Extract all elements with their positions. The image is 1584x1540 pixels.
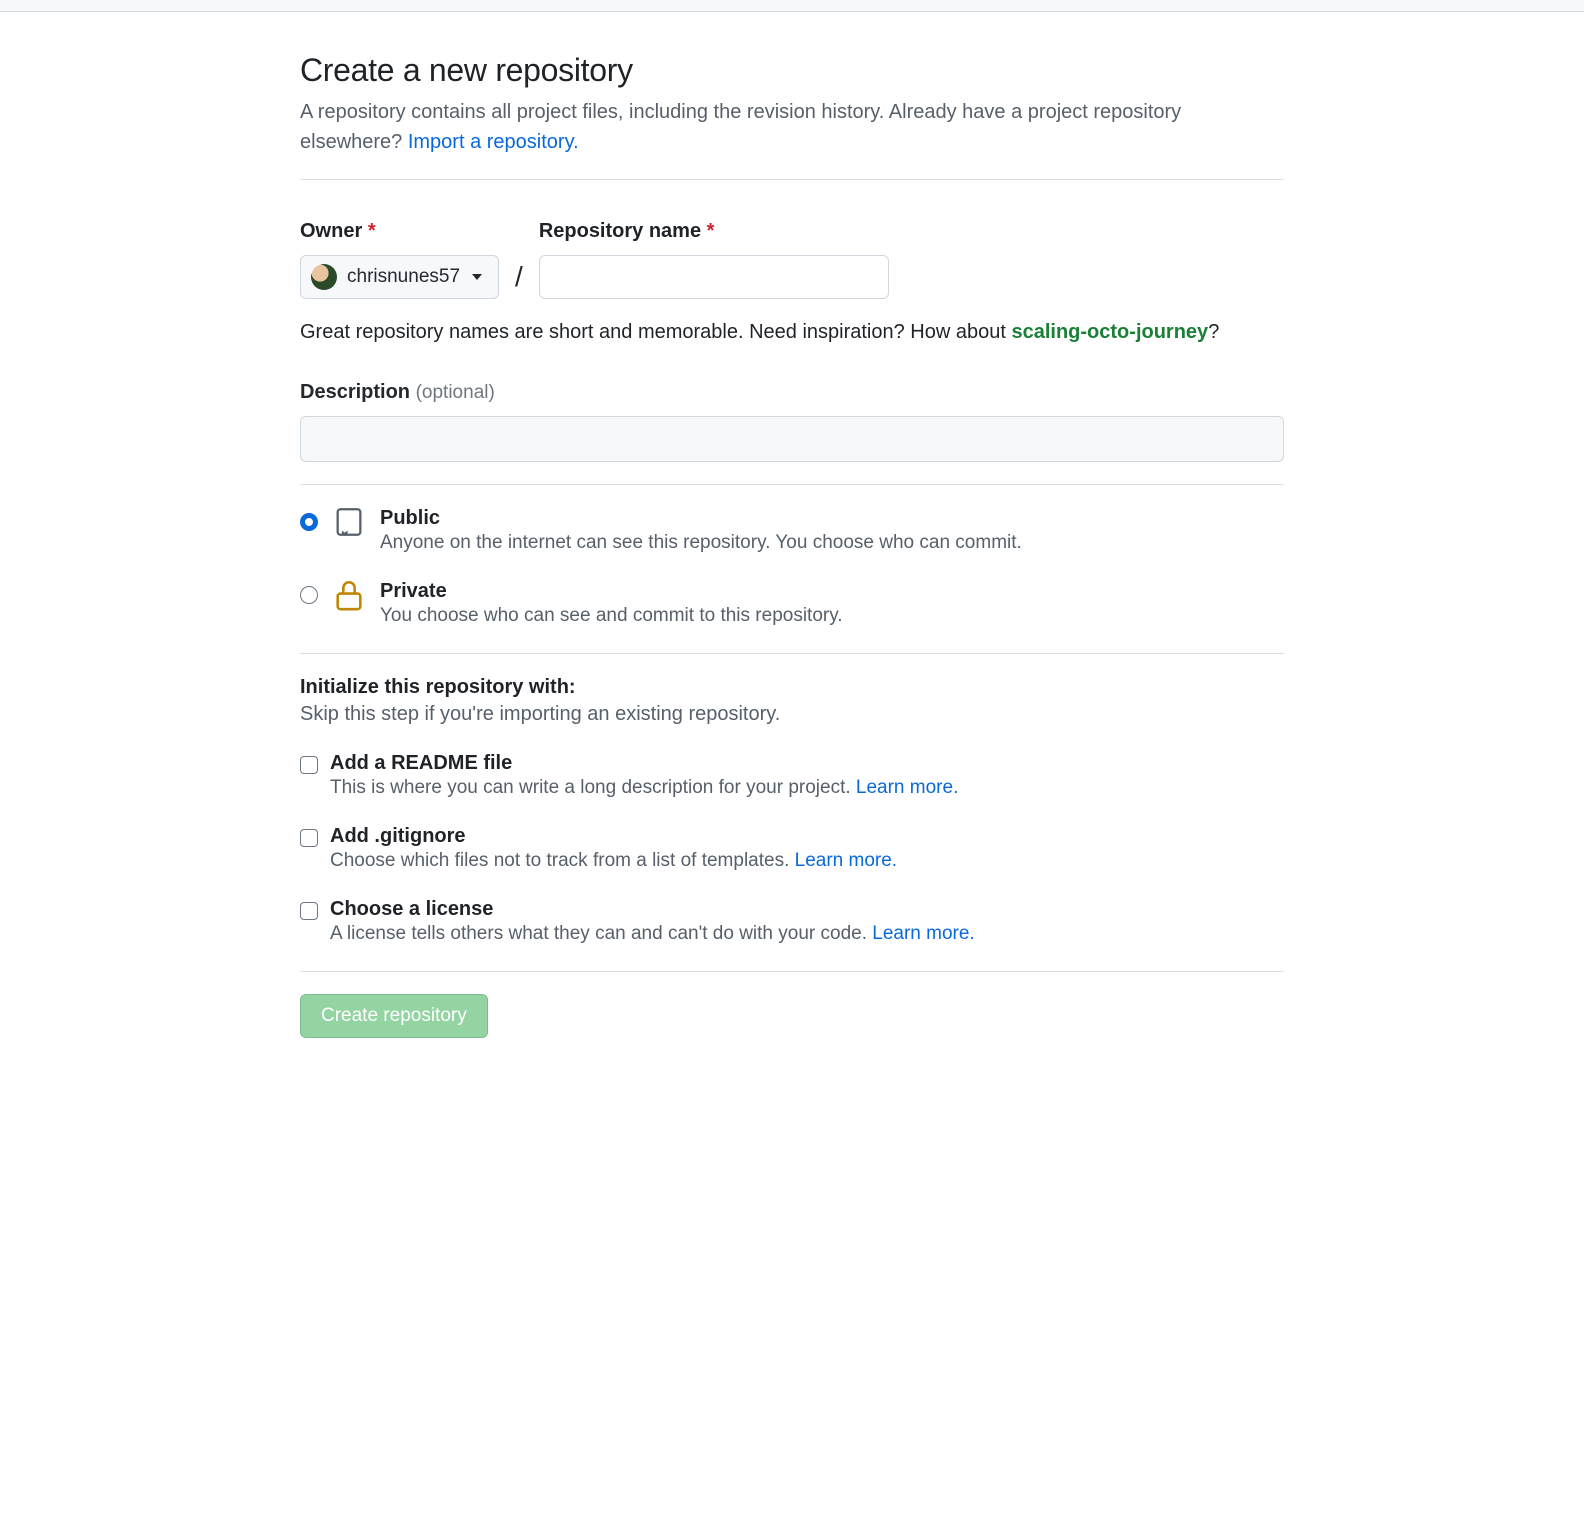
visibility-private-desc: You choose who can see and commit to thi… — [380, 605, 843, 627]
gitignore-text: Add .gitignore Choose which files not to… — [330, 825, 897, 872]
readme-learn-more-link[interactable]: Learn more. — [856, 777, 958, 798]
hint-post-text: ? — [1208, 321, 1219, 343]
readme-desc-text: This is where you can write a long descr… — [330, 777, 856, 798]
visibility-public-radio[interactable] — [300, 513, 318, 531]
owner-select-button[interactable]: chrisnunes57 — [300, 255, 499, 299]
description-input[interactable] — [300, 416, 1284, 462]
repo-name-label: Repository name * — [539, 220, 889, 243]
lock-icon — [332, 578, 366, 617]
page-subhead: A repository contains all project files,… — [300, 97, 1284, 157]
gitignore-desc-text: Choose which files not to track from a l… — [330, 850, 795, 871]
visibility-private-option: Private You choose who can see and commi… — [300, 580, 1284, 627]
initialize-subtext: Skip this step if you're importing an ex… — [300, 703, 1284, 726]
license-option: Choose a license A license tells others … — [300, 898, 1284, 945]
visibility-public-title: Public — [380, 507, 1022, 530]
initialize-heading: Initialize this repository with: — [300, 676, 1284, 699]
license-text: Choose a license A license tells others … — [330, 898, 975, 945]
optional-text: (optional) — [416, 382, 495, 403]
hint-pre-text: Great repository names are short and mem… — [300, 321, 1011, 343]
visibility-public-text: Public Anyone on the internet can see th… — [380, 507, 1022, 554]
visibility-private-radio[interactable] — [300, 586, 318, 604]
divider — [300, 179, 1284, 180]
license-title: Choose a license — [330, 898, 975, 921]
new-repository-form: Create a new repository A repository con… — [292, 12, 1292, 1098]
owner-name-separator: / — [513, 261, 525, 299]
readme-option: Add a README file This is where you can … — [300, 752, 1284, 799]
repo-name-hint: Great repository names are short and mem… — [300, 317, 1284, 347]
owner-selected-name: chrisnunes57 — [347, 266, 460, 288]
divider — [300, 971, 1284, 972]
suggested-name[interactable]: scaling-octo-journey — [1011, 321, 1208, 343]
license-checkbox[interactable] — [300, 902, 318, 920]
readme-title: Add a README file — [330, 752, 958, 775]
repo-name-input[interactable] — [539, 255, 889, 299]
create-repository-button[interactable]: Create repository — [300, 994, 488, 1038]
visibility-public-desc: Anyone on the internet can see this repo… — [380, 532, 1022, 554]
repo-public-icon — [332, 505, 366, 544]
owner-field: Owner * chrisnunes57 — [300, 220, 499, 299]
gitignore-title: Add .gitignore — [330, 825, 897, 848]
gitignore-option: Add .gitignore Choose which files not to… — [300, 825, 1284, 872]
owner-label: Owner * — [300, 220, 499, 243]
required-asterisk: * — [368, 220, 376, 242]
visibility-private-text: Private You choose who can see and commi… — [380, 580, 843, 627]
gitignore-desc: Choose which files not to track from a l… — [330, 850, 897, 872]
caret-down-icon — [472, 274, 482, 280]
avatar — [311, 264, 337, 290]
description-label: Description (optional) — [300, 381, 1284, 404]
visibility-private-title: Private — [380, 580, 843, 603]
divider — [300, 484, 1284, 485]
gitignore-learn-more-link[interactable]: Learn more. — [795, 850, 897, 871]
page-title: Create a new repository — [300, 52, 1284, 89]
visibility-public-option: Public Anyone on the internet can see th… — [300, 507, 1284, 554]
license-desc-text: A license tells others what they can and… — [330, 923, 872, 944]
owner-label-text: Owner — [300, 220, 362, 242]
license-learn-more-link[interactable]: Learn more. — [872, 923, 974, 944]
license-desc: A license tells others what they can and… — [330, 923, 975, 945]
readme-desc: This is where you can write a long descr… — [330, 777, 958, 799]
readme-text: Add a README file This is where you can … — [330, 752, 958, 799]
gitignore-checkbox[interactable] — [300, 829, 318, 847]
browser-chrome-strip — [0, 0, 1584, 12]
import-repository-link[interactable]: Import a repository. — [408, 131, 579, 153]
owner-and-name-row: Owner * chrisnunes57 / Repository name * — [300, 220, 1284, 299]
description-label-text: Description — [300, 381, 410, 403]
required-asterisk: * — [707, 220, 715, 242]
divider — [300, 653, 1284, 654]
repo-name-field: Repository name * — [539, 220, 889, 299]
readme-checkbox[interactable] — [300, 756, 318, 774]
repo-name-label-text: Repository name — [539, 220, 701, 242]
